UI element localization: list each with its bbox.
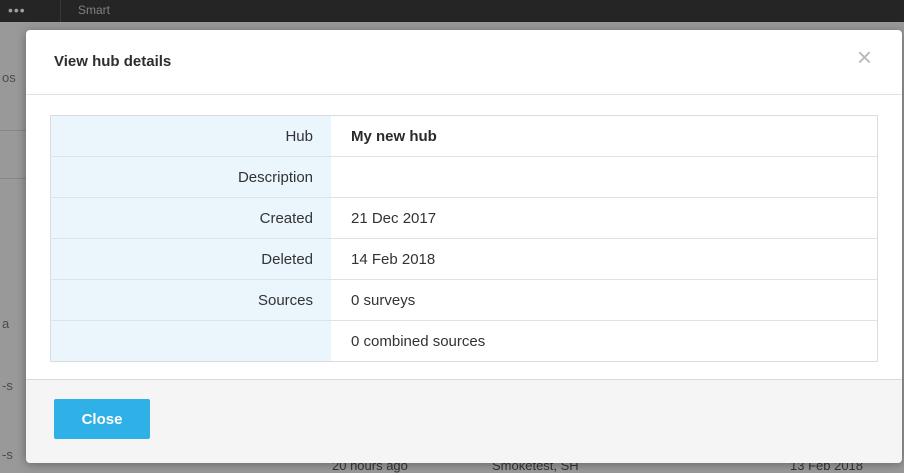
hub-label: Hub bbox=[50, 115, 331, 157]
hub-details-dialog: View hub details × Hub My new hub Descri… bbox=[26, 30, 902, 463]
table-row: 0 combined sources bbox=[50, 320, 878, 362]
dialog-footer: Close bbox=[26, 379, 902, 463]
description-value bbox=[331, 156, 878, 198]
table-row: Sources 0 surveys bbox=[50, 279, 878, 321]
hub-details-table: Hub My new hub Description Created 21 De… bbox=[50, 115, 878, 362]
description-label: Description bbox=[50, 156, 331, 198]
table-row: Created 21 Dec 2017 bbox=[50, 197, 878, 239]
table-row: Description bbox=[50, 156, 878, 198]
deleted-label: Deleted bbox=[50, 238, 331, 280]
sources-surveys-value: 0 surveys bbox=[331, 279, 878, 321]
table-row: Deleted 14 Feb 2018 bbox=[50, 238, 878, 280]
created-value: 21 Dec 2017 bbox=[331, 197, 878, 239]
sources-continued-label bbox=[50, 320, 331, 362]
deleted-value: 14 Feb 2018 bbox=[331, 238, 878, 280]
sources-label: Sources bbox=[50, 279, 331, 321]
dialog-body: Hub My new hub Description Created 21 De… bbox=[26, 95, 902, 378]
created-label: Created bbox=[50, 197, 331, 239]
dialog-header: View hub details × bbox=[26, 30, 902, 95]
table-row: Hub My new hub bbox=[50, 115, 878, 157]
close-button[interactable]: Close bbox=[54, 399, 150, 439]
close-icon[interactable]: × bbox=[857, 44, 872, 70]
dialog-title: View hub details bbox=[54, 53, 172, 70]
hub-name-value: My new hub bbox=[331, 115, 878, 157]
sources-combined-value: 0 combined sources bbox=[351, 332, 486, 350]
